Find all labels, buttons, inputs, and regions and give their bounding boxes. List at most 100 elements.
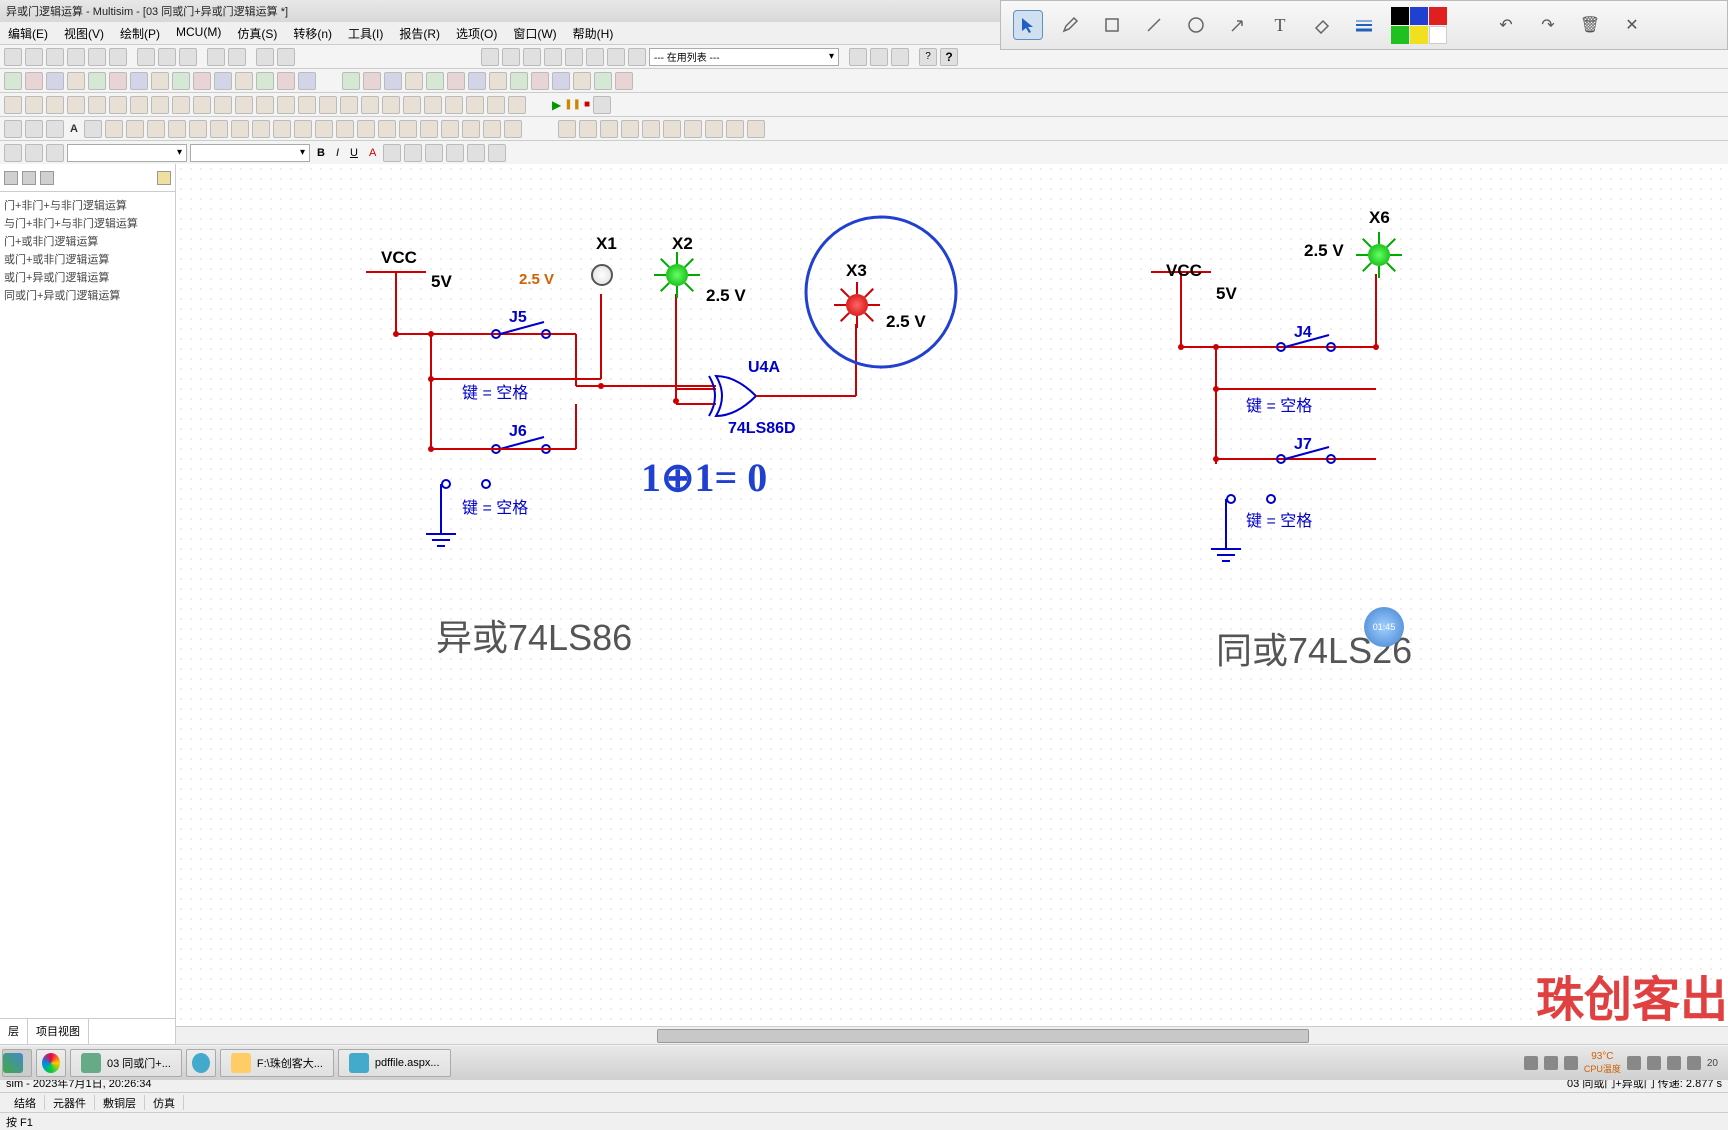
tb-cut[interactable] bbox=[137, 48, 155, 66]
al-3[interactable] bbox=[425, 144, 443, 162]
comp-20[interactable] bbox=[426, 72, 444, 90]
p-6[interactable] bbox=[210, 120, 228, 138]
tb-zoom3[interactable] bbox=[523, 48, 541, 66]
comp-19[interactable] bbox=[405, 72, 423, 90]
inst-13[interactable] bbox=[256, 96, 274, 114]
tb-zoom7[interactable] bbox=[607, 48, 625, 66]
f-3[interactable] bbox=[46, 144, 64, 162]
menu-options[interactable]: 选项(O) bbox=[448, 22, 505, 44]
p-21[interactable] bbox=[558, 120, 576, 138]
color-red[interactable] bbox=[1429, 7, 1447, 25]
inst-6[interactable] bbox=[109, 96, 127, 114]
tb-redo[interactable] bbox=[228, 48, 246, 66]
comp-18[interactable] bbox=[384, 72, 402, 90]
tray-icon-5[interactable] bbox=[1647, 1056, 1661, 1070]
dr-1[interactable] bbox=[4, 120, 22, 138]
p-19[interactable] bbox=[483, 120, 501, 138]
tb-help2[interactable]: ? bbox=[940, 48, 958, 66]
al-1[interactable] bbox=[383, 144, 401, 162]
comp-9[interactable] bbox=[172, 72, 190, 90]
dr-3[interactable] bbox=[46, 120, 64, 138]
close-annot-icon[interactable]: ✕ bbox=[1617, 10, 1647, 40]
p-20[interactable] bbox=[504, 120, 522, 138]
tb-zoom8[interactable] bbox=[628, 48, 646, 66]
p-29[interactable] bbox=[726, 120, 744, 138]
menu-tools[interactable]: 工具(I) bbox=[340, 22, 391, 44]
sb-icon-2[interactable] bbox=[22, 171, 36, 185]
comp-21[interactable] bbox=[447, 72, 465, 90]
comp-25[interactable] bbox=[531, 72, 549, 90]
tb-saveall[interactable] bbox=[67, 48, 85, 66]
chrome-icon[interactable] bbox=[36, 1049, 66, 1077]
status-tab-3[interactable]: 敷铜层 bbox=[95, 1095, 145, 1110]
color-blue[interactable] bbox=[1410, 7, 1428, 25]
comp-1[interactable] bbox=[4, 72, 22, 90]
p-8[interactable] bbox=[252, 120, 270, 138]
tb-zoom4[interactable] bbox=[544, 48, 562, 66]
comp-23[interactable] bbox=[489, 72, 507, 90]
tb-h1[interactable] bbox=[849, 48, 867, 66]
tree-item-1[interactable]: 门+非门+与非门逻辑运算 bbox=[4, 196, 171, 214]
scroll-thumb[interactable] bbox=[657, 1029, 1309, 1043]
stop-icon[interactable]: ■ bbox=[584, 99, 590, 110]
inst-9[interactable] bbox=[172, 96, 190, 114]
comp-10[interactable] bbox=[193, 72, 211, 90]
comp-14[interactable] bbox=[277, 72, 295, 90]
p-27[interactable] bbox=[684, 120, 702, 138]
underline-icon[interactable]: U bbox=[346, 147, 362, 159]
f-2[interactable] bbox=[25, 144, 43, 162]
inst-18[interactable] bbox=[361, 96, 379, 114]
comp-24[interactable] bbox=[510, 72, 528, 90]
tb-zoom6[interactable] bbox=[586, 48, 604, 66]
menu-simulate[interactable]: 仿真(S) bbox=[229, 22, 285, 44]
task-multisim[interactable]: 03 同或门+... bbox=[70, 1049, 182, 1077]
comp-11[interactable] bbox=[214, 72, 232, 90]
tb-zoom2[interactable] bbox=[502, 48, 520, 66]
menu-view[interactable]: 视图(V) bbox=[56, 22, 112, 44]
clock[interactable]: 20 bbox=[1707, 1058, 1718, 1069]
p-12[interactable] bbox=[336, 120, 354, 138]
comp-4[interactable] bbox=[67, 72, 85, 90]
tb-print[interactable] bbox=[88, 48, 106, 66]
tb-save[interactable] bbox=[46, 48, 64, 66]
menu-help[interactable]: 帮助(H) bbox=[565, 22, 622, 44]
schematic-canvas[interactable]: VCC 5V X1 X2 X3 2.5 V 2.5 V 2.5 V J5 J6 … bbox=[176, 164, 1728, 1044]
comp-3[interactable] bbox=[46, 72, 64, 90]
tb-h3[interactable] bbox=[891, 48, 909, 66]
tree-item-5[interactable]: 或门+异或门逻辑运算 bbox=[4, 268, 171, 286]
sidebar-tab-2[interactable]: 项目视图 bbox=[28, 1019, 89, 1044]
p-25[interactable] bbox=[642, 120, 660, 138]
al-6[interactable] bbox=[488, 144, 506, 162]
al-5[interactable] bbox=[467, 144, 485, 162]
status-tab-4[interactable]: 仿真 bbox=[145, 1095, 184, 1110]
al-2[interactable] bbox=[404, 144, 422, 162]
inst-10[interactable] bbox=[193, 96, 211, 114]
tb-preview[interactable] bbox=[109, 48, 127, 66]
p-10[interactable] bbox=[294, 120, 312, 138]
tb-copy[interactable] bbox=[158, 48, 176, 66]
comp-29[interactable] bbox=[615, 72, 633, 90]
pause-icon[interactable]: ❚❚ bbox=[564, 99, 581, 110]
p-16[interactable] bbox=[420, 120, 438, 138]
comp-26[interactable] bbox=[552, 72, 570, 90]
p-14[interactable] bbox=[378, 120, 396, 138]
p-13[interactable] bbox=[357, 120, 375, 138]
p-7[interactable] bbox=[231, 120, 249, 138]
status-tab-2[interactable]: 元器件 bbox=[45, 1095, 95, 1110]
sb-icon-4[interactable] bbox=[157, 171, 171, 185]
comp-6[interactable] bbox=[109, 72, 127, 90]
italic-icon[interactable]: I bbox=[332, 147, 343, 159]
f-1[interactable] bbox=[4, 144, 22, 162]
tb-undo[interactable] bbox=[207, 48, 225, 66]
inst-1[interactable] bbox=[4, 96, 22, 114]
redo-annot-icon[interactable]: ↷ bbox=[1533, 10, 1563, 40]
inst-15[interactable] bbox=[298, 96, 316, 114]
menu-edit[interactable]: 编辑(E) bbox=[0, 22, 56, 44]
tb-help[interactable]: ? bbox=[919, 48, 937, 66]
circle-tool-icon[interactable] bbox=[1181, 10, 1211, 40]
color-palette[interactable] bbox=[1391, 7, 1447, 44]
inst-14[interactable] bbox=[277, 96, 295, 114]
p-1[interactable] bbox=[105, 120, 123, 138]
tree-item-2[interactable]: 与门+非门+与非门逻辑运算 bbox=[4, 214, 171, 232]
tray-icon-6[interactable] bbox=[1667, 1056, 1681, 1070]
